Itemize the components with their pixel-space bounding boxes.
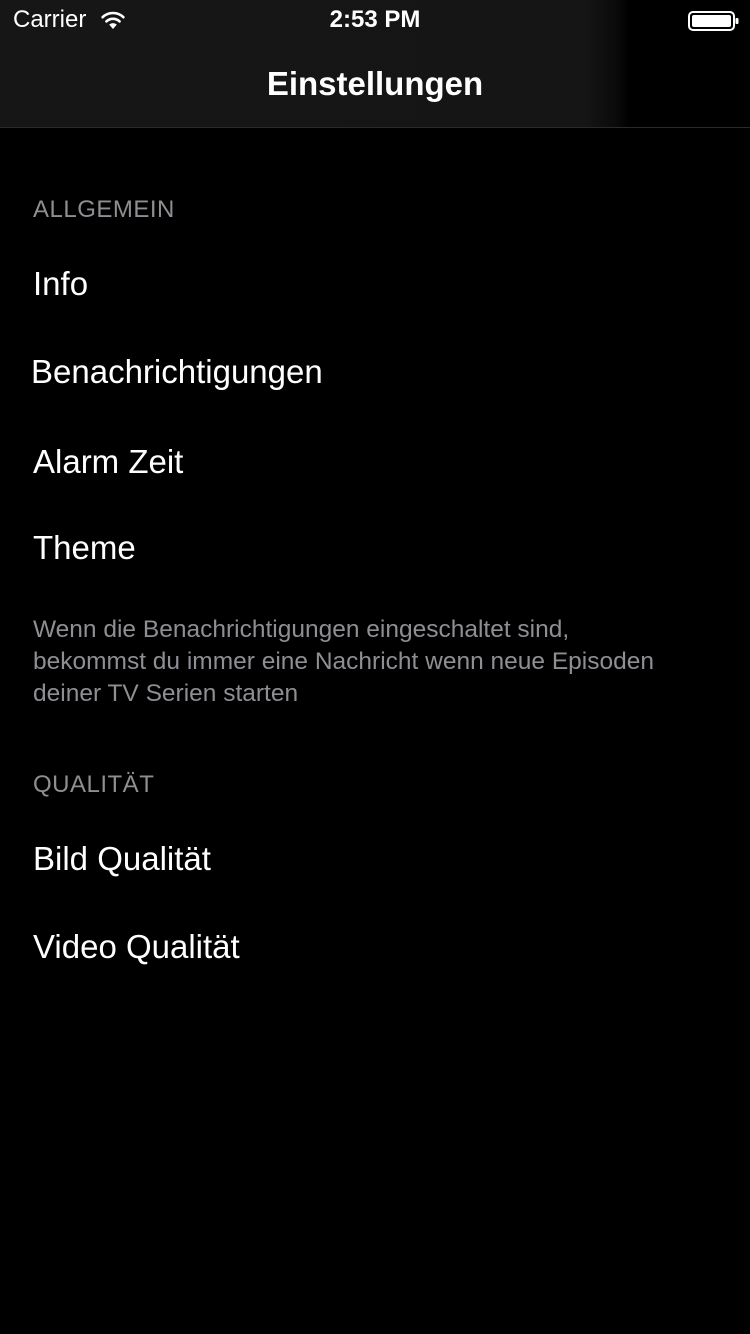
settings-row-bild-qualitaet[interactable]: Bild Qualität [0,813,750,901]
settings-row-alarm-zeit[interactable]: Alarm Zeit [0,414,750,502]
settings-row-label: Info [33,265,89,302]
settings-row-label: Theme [33,529,136,566]
settings-row-info[interactable]: Info [0,238,750,326]
navigation-bar: Einstellungen [0,40,750,128]
settings-row-theme[interactable]: Theme [0,502,750,590]
settings-row-label: Benachrichtigungen [31,353,323,390]
battery-icon [688,10,740,32]
settings-row-label: Alarm Zeit [33,443,184,480]
page-title: Einstellungen [266,65,484,102]
status-bar: Carrier 2:53 PM [0,0,750,40]
settings-row-label: Bild Qualität [33,840,211,877]
status-time: 2:53 PM [329,6,421,33]
settings-row-video-qualitaet[interactable]: Video Qualität [0,901,750,989]
section-header-qualitaet: QUALITÄT [33,771,155,798]
section-header-allgemein: ALLGEMEIN [33,196,175,223]
settings-row-label: Video Qualität [33,928,240,965]
settings-row-benachrichtigungen[interactable]: Benachrichtigungen [0,326,750,414]
section-footer-notifications-hint: Wenn die Benachrichtigungen eingeschalte… [33,616,654,707]
